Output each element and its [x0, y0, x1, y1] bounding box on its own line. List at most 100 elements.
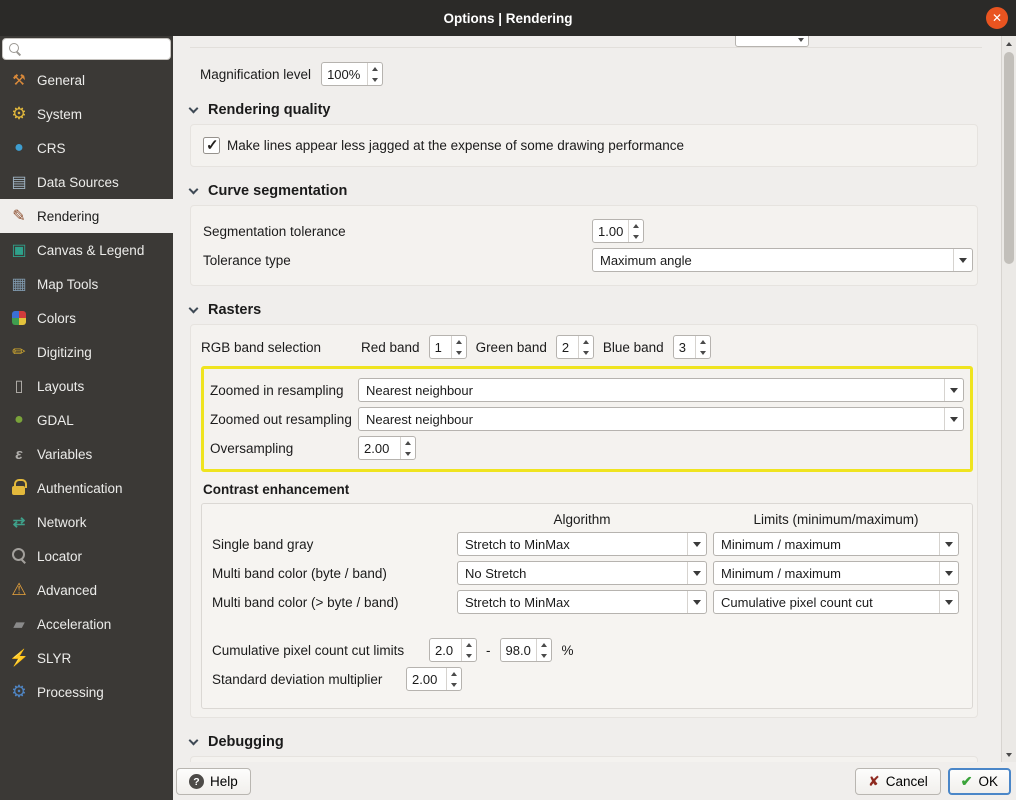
spin-up-button[interactable] [629, 220, 643, 231]
sidebar-item-map-tools[interactable]: Map Tools [0, 267, 173, 301]
scroll-down-button[interactable] [1002, 748, 1016, 761]
sidebar-item-advanced[interactable]: Advanced [0, 573, 173, 607]
sidebar-item-acceleration[interactable]: Acceleration [0, 607, 173, 641]
cumulative-min-value[interactable]: 2.0 [430, 639, 461, 661]
red-band-value[interactable]: 1 [430, 336, 451, 358]
sidebar-item-gdal[interactable]: GDAL [0, 403, 173, 437]
ok-button[interactable]: OK [947, 768, 1011, 795]
stddev-spinbox: 2.00 [406, 667, 462, 691]
help-button[interactable]: ? Help [176, 768, 251, 795]
section-rendering-quality[interactable]: Rendering quality [188, 102, 978, 118]
spin-up-button[interactable] [579, 336, 593, 347]
acceleration-icon [9, 614, 29, 634]
sidebar-item-layouts[interactable]: Layouts [0, 369, 173, 403]
scrollbar-thumb[interactable] [1004, 52, 1014, 264]
lock-icon [9, 478, 29, 498]
blue-band-spinbox: 3 [672, 335, 711, 359]
spin-up-button[interactable] [401, 437, 415, 448]
section-rasters[interactable]: Rasters [188, 302, 978, 318]
chevron-down-icon [188, 303, 199, 313]
curve-segmentation-group: Segmentation tolerance 1.00 Tolerance ty… [190, 205, 978, 286]
spin-down-button[interactable] [537, 650, 551, 661]
green-band-value[interactable]: 2 [557, 336, 578, 358]
segmentation-tolerance-value[interactable]: 1.00 [593, 220, 628, 242]
spin-down-button[interactable] [629, 231, 643, 242]
sidebar-item-locator[interactable]: Locator [0, 539, 173, 573]
antialias-label[interactable]: Make lines appear less jagged at the exp… [227, 138, 684, 153]
stddev-value[interactable]: 2.00 [407, 668, 446, 690]
close-button[interactable]: ✕ [986, 7, 1008, 29]
title-bar: Options | Rendering ✕ [0, 0, 1016, 36]
multi-band-byte-algorithm-combobox[interactable]: No Stretch [457, 561, 707, 585]
sidebar-item-colors[interactable]: Colors [0, 301, 173, 335]
oversampling-value[interactable]: 2.00 [359, 437, 400, 459]
sidebar-item-label: Authentication [37, 480, 123, 496]
sidebar-item-general[interactable]: General [0, 63, 173, 97]
cumulative-limits-label: Cumulative pixel count cut limits [212, 642, 405, 658]
spin-down-button[interactable] [462, 650, 476, 661]
spin-up-button[interactable] [452, 336, 466, 347]
cancel-button[interactable]: Cancel [854, 768, 941, 795]
spin-down-button[interactable] [579, 347, 593, 358]
antialias-row: Make lines appear less jagged at the exp… [203, 136, 973, 154]
sidebar-item-rendering[interactable]: Rendering [0, 199, 173, 233]
chevron-down-icon [188, 735, 199, 745]
single-band-gray-label: Single band gray [212, 536, 314, 552]
blue-band-value[interactable]: 3 [674, 336, 695, 358]
spin-up-button[interactable] [462, 639, 476, 650]
multi-band-byte-limits-combobox[interactable]: Minimum / maximum [713, 561, 959, 585]
segmentation-tolerance-spinbox: 1.00 [592, 219, 645, 243]
cumulative-max-value[interactable]: 98.0 [501, 639, 536, 661]
spin-up-button[interactable] [696, 336, 710, 347]
spin-down-button[interactable] [447, 679, 461, 690]
sidebar-item-label: Advanced [37, 582, 98, 598]
partially-scrolled-spinbox[interactable] [735, 36, 809, 47]
zoomed-in-resampling-combobox[interactable]: Nearest neighbour [358, 378, 964, 402]
spin-up-button[interactable] [447, 668, 461, 679]
sidebar-item-variables[interactable]: Variables [0, 437, 173, 471]
antialias-checkbox[interactable] [203, 136, 220, 154]
spin-down-button[interactable] [452, 347, 466, 358]
sidebar-item-system[interactable]: System [0, 97, 173, 131]
clipped-row [190, 36, 982, 48]
combo-arrow-icon [687, 562, 706, 584]
spin-down-button[interactable] [401, 448, 415, 459]
single-band-gray-limits-combobox[interactable]: Minimum / maximum [713, 532, 959, 556]
magnification-label: Magnification level [200, 66, 312, 82]
section-debugging[interactable]: Debugging [188, 734, 978, 750]
layouts-page-icon [9, 376, 29, 396]
scroll-up-button[interactable] [1002, 37, 1016, 50]
cumulative-max-spinbox: 98.0 [499, 638, 552, 662]
search-input[interactable] [26, 41, 165, 57]
footer-actions: Cancel OK [854, 768, 1011, 795]
lightning-icon [9, 648, 29, 668]
sidebar-item-processing[interactable]: Processing [0, 675, 173, 709]
magnification-spinbox: 100% [321, 62, 384, 86]
contrast-table-header: Algorithm Limits (minimum/maximum) [212, 512, 962, 527]
sidebar-item-slyr[interactable]: SLYR [0, 641, 173, 675]
multi-band-gt-byte-algorithm-combobox[interactable]: Stretch to MinMax [457, 590, 707, 614]
sidebar-item-network[interactable]: Network [0, 505, 173, 539]
magnification-value[interactable]: 100% [322, 63, 367, 85]
options-dialog: Options | Rendering ✕ General System CRS… [0, 0, 1016, 800]
sidebar-item-label: Colors [37, 310, 77, 326]
multi-band-gt-byte-limits-combobox[interactable]: Cumulative pixel count cut [713, 590, 959, 614]
table-row: Single band gray Stretch to MinMax Minim… [212, 532, 962, 556]
settings-sidebar: General System CRS Data Sources Renderin… [0, 36, 173, 800]
single-band-gray-algorithm-combobox[interactable]: Stretch to MinMax [457, 532, 707, 556]
table-row: Multi band color (byte / band) No Stretc… [212, 561, 962, 585]
spin-up-button[interactable] [537, 639, 551, 650]
dialog-footer: ? Help Cancel OK [173, 762, 1016, 800]
spin-up-button[interactable] [368, 63, 382, 74]
sidebar-item-crs[interactable]: CRS [0, 131, 173, 165]
spin-down-button[interactable] [696, 347, 710, 358]
sidebar-item-canvas-legend[interactable]: Canvas & Legend [0, 233, 173, 267]
sidebar-item-data-sources[interactable]: Data Sources [0, 165, 173, 199]
variables-icon [9, 444, 29, 464]
zoomed-out-resampling-combobox[interactable]: Nearest neighbour [358, 407, 964, 431]
sidebar-item-authentication[interactable]: Authentication [0, 471, 173, 505]
section-curve-segmentation[interactable]: Curve segmentation [188, 183, 978, 199]
sidebar-item-digitizing[interactable]: Digitizing [0, 335, 173, 369]
spin-down-button[interactable] [368, 74, 382, 85]
tolerance-type-combobox[interactable]: Maximum angle [592, 248, 973, 272]
